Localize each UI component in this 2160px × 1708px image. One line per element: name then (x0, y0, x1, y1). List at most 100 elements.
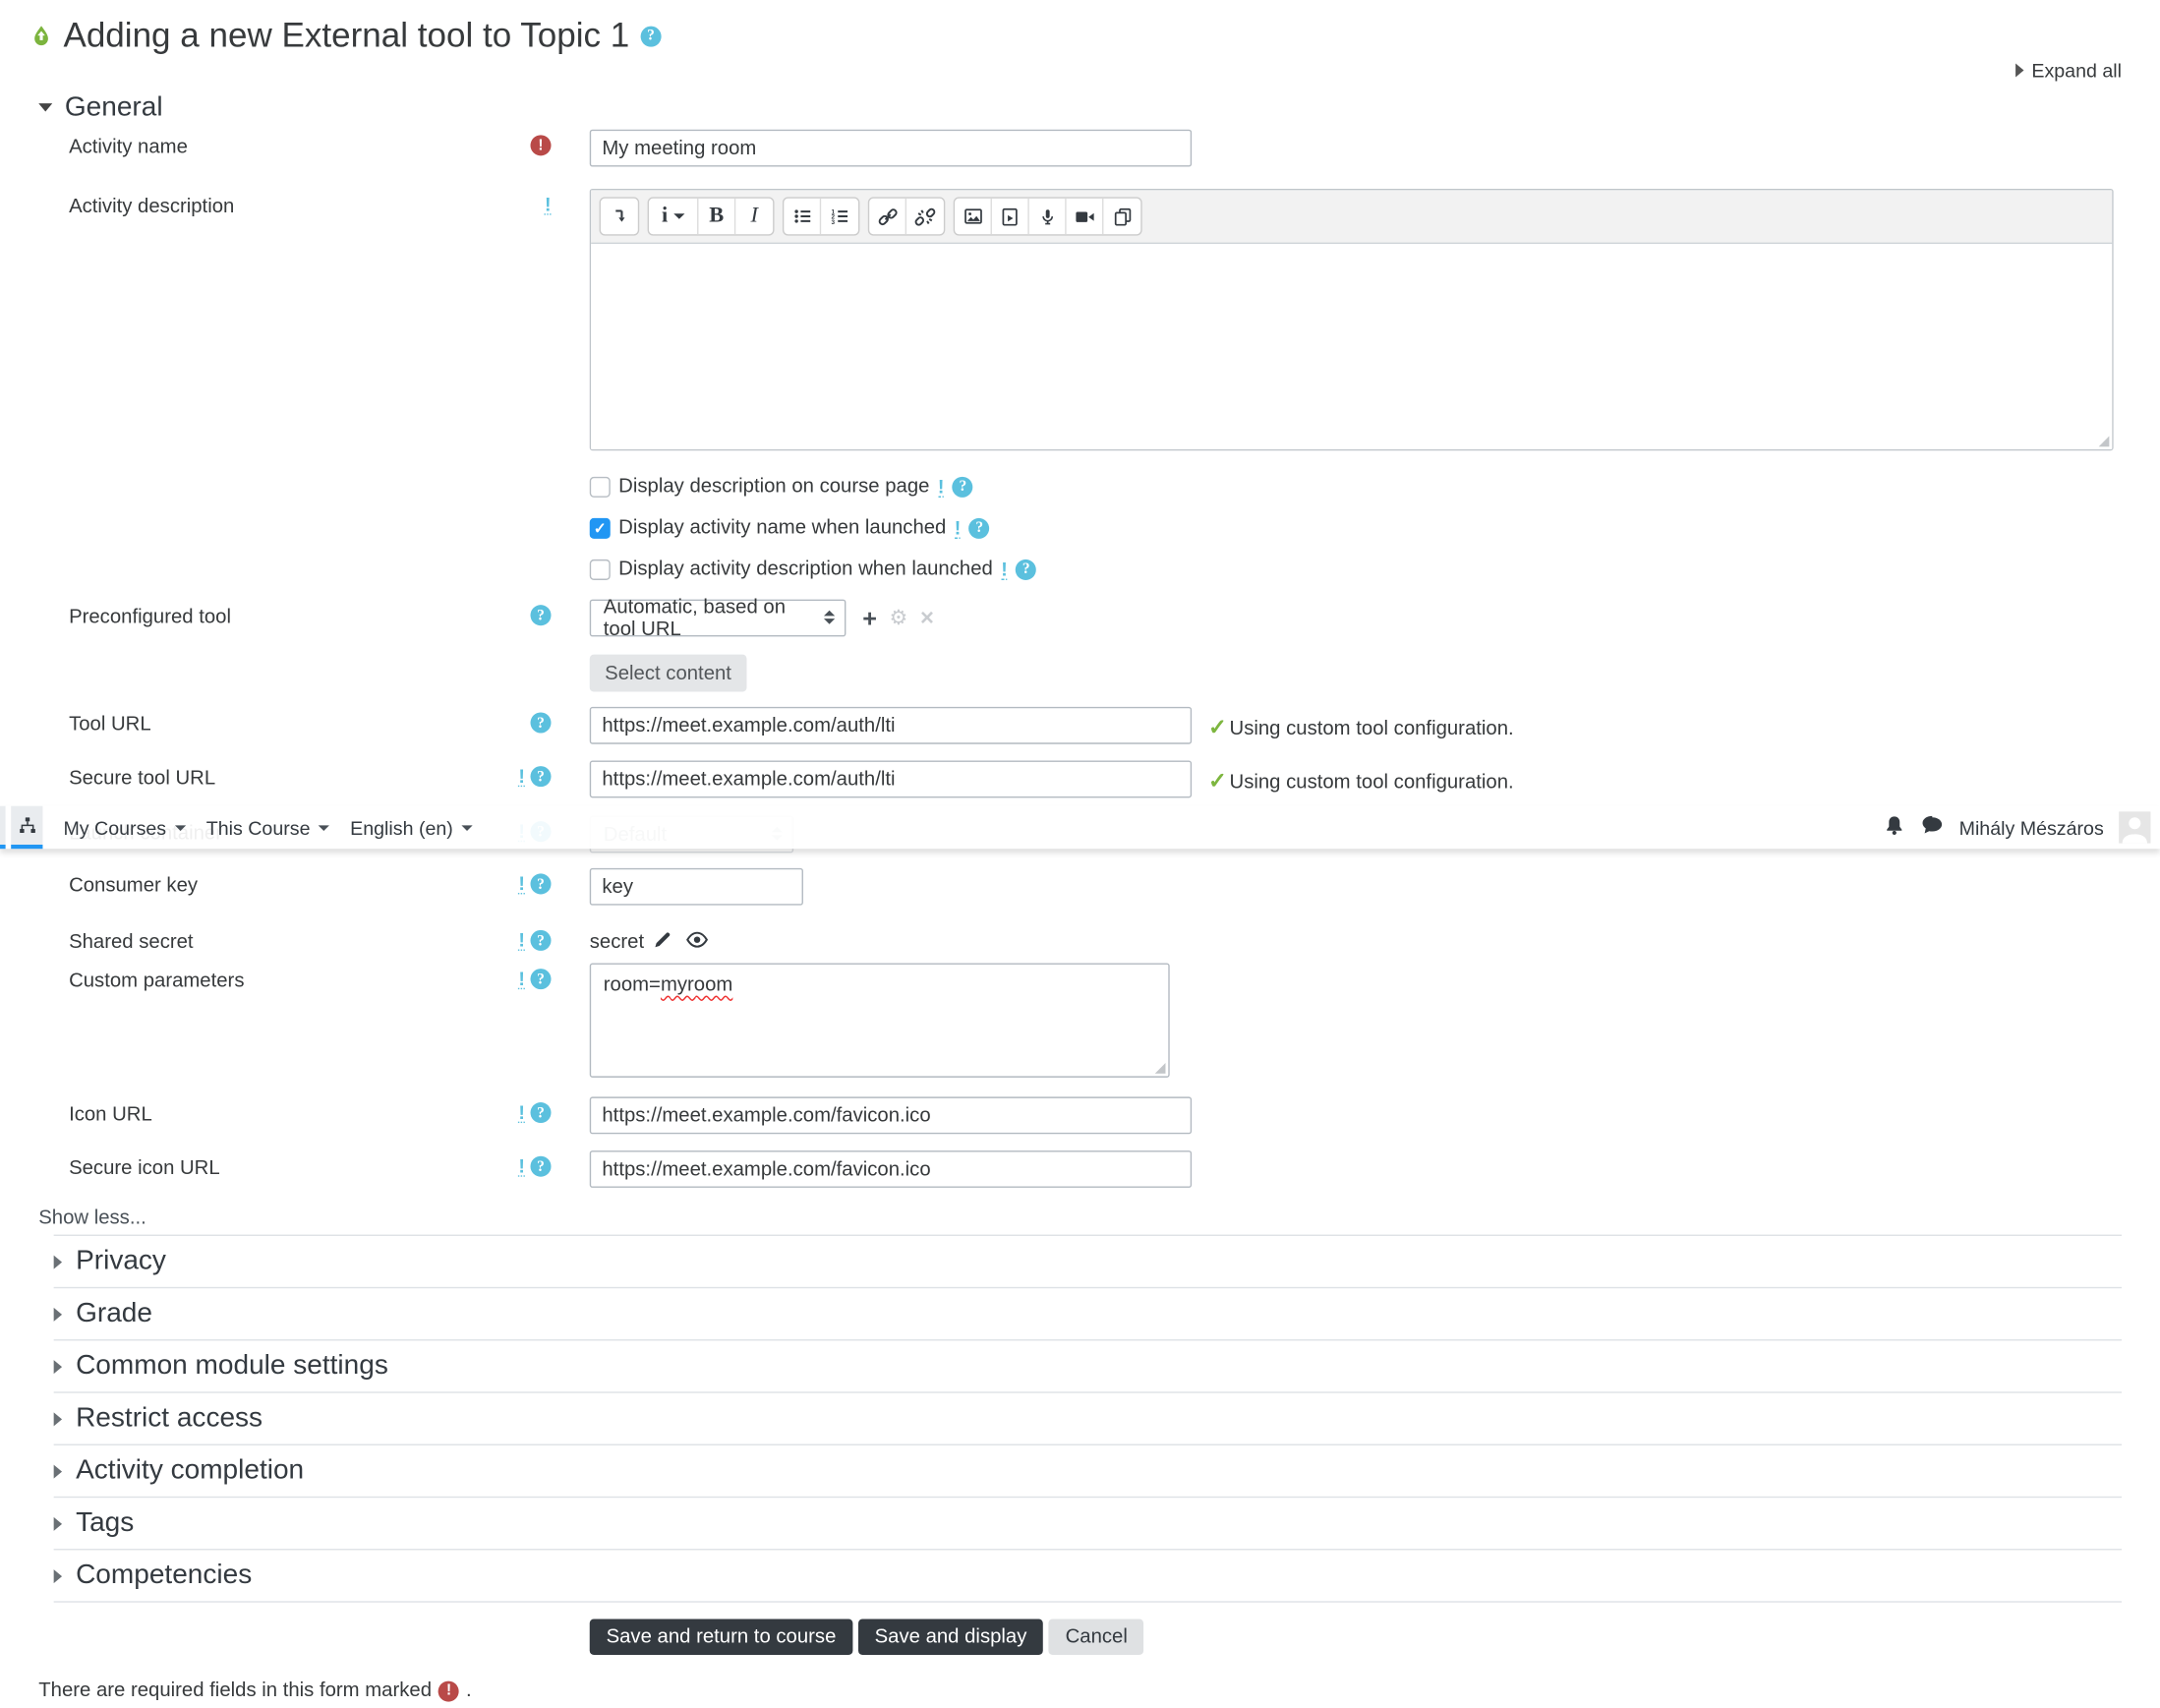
preconfigured-tool-select[interactable]: Automatic, based on tool URL (589, 596, 846, 640)
activity-description-label: Activity description (69, 195, 235, 218)
nav-this-course[interactable]: This Course (206, 806, 330, 849)
bold-button[interactable]: B (698, 198, 736, 235)
warning-icon: ! (954, 515, 962, 539)
record-audio-icon[interactable] (1029, 198, 1067, 235)
tool-url-label: Tool URL (69, 713, 151, 736)
help-icon[interactable]: ? (952, 476, 973, 498)
bullet-list-icon[interactable] (784, 198, 822, 235)
secure-tool-url-input[interactable] (589, 760, 1193, 798)
show-less-link[interactable]: Show less... (38, 1207, 146, 1229)
external-tool-activity-icon (34, 26, 48, 46)
secure-icon-url-input[interactable] (589, 1150, 1193, 1188)
rich-text-editor: i B I 123 ◢ (589, 188, 2114, 451)
section-restrict-access[interactable]: Restrict access (0, 1393, 2160, 1444)
section-competencies[interactable]: Competencies (0, 1550, 2160, 1601)
help-icon[interactable]: ? (530, 712, 552, 734)
warning-icon: ! (1001, 557, 1008, 580)
display-activity-description-checkbox[interactable] (589, 559, 611, 580)
section-common-module-settings[interactable]: Common module settings (0, 1340, 2160, 1391)
help-icon[interactable]: ? (530, 1102, 552, 1124)
preconfigured-tool-label: Preconfigured tool (69, 606, 231, 628)
edit-pencil-icon[interactable] (653, 930, 672, 955)
avatar[interactable] (2119, 811, 2151, 844)
help-icon[interactable]: ? (530, 873, 552, 895)
caret-down-icon (461, 824, 473, 831)
cancel-button[interactable]: Cancel (1048, 1619, 1144, 1655)
help-icon[interactable]: ? (968, 517, 990, 539)
resize-handle[interactable]: ◢ (2099, 435, 2110, 449)
editor-text-area[interactable]: ◢ (591, 244, 2113, 449)
nav-language[interactable]: English (en) (350, 806, 473, 849)
chevron-right-icon (53, 1568, 63, 1583)
help-icon[interactable]: ? (530, 766, 552, 788)
page-header: Adding a new External tool to Topic 1 ? (0, 0, 2160, 58)
secure-icon-url-label: Secure icon URL (69, 1157, 220, 1180)
warning-icon: ! (937, 474, 945, 498)
tool-url-input[interactable] (589, 706, 1193, 744)
display-activity-name-checkbox[interactable] (589, 517, 611, 539)
nav-my-courses[interactable]: My Courses (63, 806, 186, 849)
save-and-return-button[interactable]: Save and return to course (589, 1619, 853, 1655)
save-and-display-button[interactable]: Save and display (857, 1619, 1044, 1655)
chevron-right-icon (53, 1307, 63, 1322)
nav-tab-partial[interactable] (0, 805, 6, 850)
secure-tool-url-label: Secure tool URL (69, 767, 216, 790)
resize-handle[interactable]: ◢ (1155, 1062, 1166, 1076)
display-activity-description-checkbox-row: Display activity description when launch… (589, 557, 2160, 580)
svg-text:3: 3 (832, 219, 836, 226)
help-icon[interactable]: ? (1016, 559, 1037, 580)
paragraph-format-button[interactable]: i (649, 198, 699, 235)
section-activity-completion[interactable]: Activity completion (0, 1445, 2160, 1497)
page: Adding a new External tool to Topic 1 ? … (0, 0, 2160, 1708)
toolbar-toggle-icon[interactable] (601, 199, 638, 234)
section-grade[interactable]: Grade (0, 1288, 2160, 1339)
messages-icon[interactable] (1920, 814, 1944, 841)
expand-all-link[interactable]: Expand all (0, 58, 2160, 83)
icon-url-input[interactable] (589, 1096, 1193, 1135)
insert-media-icon[interactable] (992, 198, 1029, 235)
section-tags[interactable]: Tags (0, 1498, 2160, 1549)
editor-toolbar: i B I 123 (591, 190, 2113, 245)
help-icon[interactable]: ? (530, 969, 552, 990)
display-description-checkbox-row: Display description on course page ! ? (589, 474, 2160, 498)
link-icon[interactable] (869, 198, 907, 235)
add-tool-icon[interactable]: + (862, 606, 877, 630)
warning-icon: ! (518, 928, 525, 951)
eye-icon[interactable] (685, 931, 708, 953)
unlink-icon[interactable] (906, 199, 944, 234)
tool-url-status: ✓ Using custom tool configuration. (1207, 716, 1514, 740)
title-help-icon[interactable]: ? (640, 25, 662, 46)
activity-name-input[interactable] (589, 129, 1193, 167)
record-video-icon[interactable] (1067, 198, 1104, 235)
delete-tool-icon[interactable]: × (920, 606, 934, 629)
secure-tool-url-status: ✓ Using custom tool configuration. (1207, 770, 1514, 795)
display-description-checkbox[interactable] (589, 476, 611, 498)
activity-name-label: Activity name (69, 136, 188, 159)
numbered-list-icon[interactable]: 123 (821, 199, 858, 234)
manage-files-icon[interactable] (1103, 199, 1140, 234)
section-privacy[interactable]: Privacy (0, 1236, 2160, 1287)
warning-icon: ! (518, 1100, 525, 1124)
help-icon[interactable]: ? (530, 605, 552, 626)
select-arrows-icon (823, 610, 836, 626)
custom-parameters-textarea[interactable]: room=myroom ◢ (589, 963, 1170, 1078)
select-content-button[interactable]: Select content (589, 654, 747, 692)
consumer-key-label: Consumer key (69, 874, 199, 898)
italic-button[interactable]: I (735, 199, 773, 234)
preconfigured-tool-row: Preconfigured tool ? Automatic, based on… (0, 596, 2160, 640)
help-icon[interactable]: ? (530, 1155, 552, 1177)
activity-name-row: Activity name ! (0, 129, 2160, 167)
section-general-header[interactable]: General (0, 90, 2160, 124)
sitemap-icon[interactable] (11, 805, 43, 850)
warning-icon: ! (518, 872, 525, 895)
user-name[interactable]: Mihály Mészáros (1959, 816, 2104, 838)
chevron-right-icon (2014, 63, 2023, 78)
consumer-key-input[interactable] (589, 867, 803, 906)
insert-image-icon[interactable] (955, 198, 992, 235)
help-icon[interactable]: ? (530, 929, 552, 951)
misspelled-word: myroom (660, 973, 733, 997)
warning-icon: ! (518, 764, 525, 788)
notifications-bell-icon[interactable] (1884, 813, 1905, 841)
edit-tool-gear-icon[interactable]: ⚙ (890, 608, 908, 628)
chevron-down-icon (38, 103, 53, 112)
